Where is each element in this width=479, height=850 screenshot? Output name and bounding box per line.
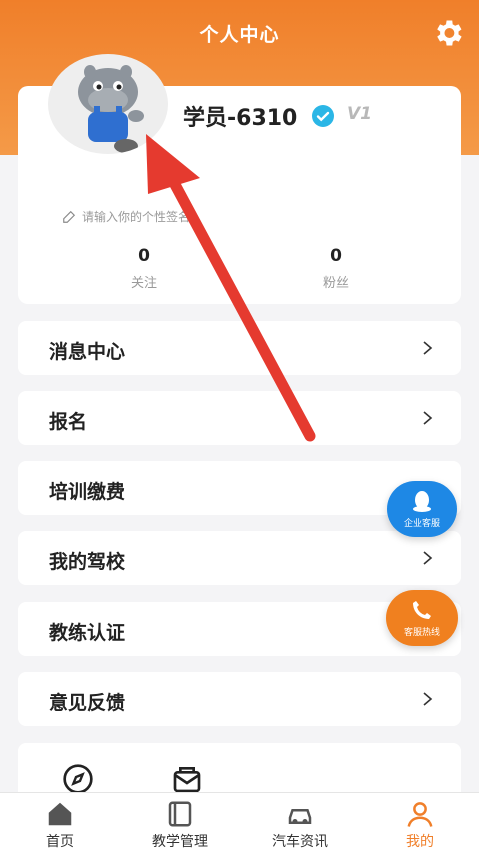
tab-mine[interactable]: 我的 xyxy=(360,793,479,850)
hotline-button[interactable]: 客服热线 xyxy=(386,590,458,646)
followers-count: 0 xyxy=(330,246,342,266)
chevron-right-icon xyxy=(423,411,433,425)
chevron-right-icon xyxy=(423,341,433,355)
menu-item-label: 培训缴费 xyxy=(49,481,126,503)
avatar[interactable] xyxy=(48,54,168,154)
menu-item-messages[interactable]: 消息中心 xyxy=(18,321,461,375)
compass-icon[interactable] xyxy=(62,763,94,795)
tab-label: 汽车资讯 xyxy=(272,834,328,850)
followers-stat[interactable]: 0 粉丝 xyxy=(276,246,396,291)
verified-badge-icon xyxy=(312,105,334,127)
following-label: 关注 xyxy=(130,276,157,291)
edit-pencil-icon xyxy=(63,210,76,223)
menu-item-label: 我的驾校 xyxy=(49,551,126,573)
menu-item-signup[interactable]: 报名 xyxy=(18,391,461,445)
hippo-mascot-image xyxy=(78,65,144,153)
tab-home[interactable]: 首页 xyxy=(0,793,120,850)
home-icon xyxy=(48,802,72,826)
car-icon xyxy=(288,809,312,824)
qq-service-label: 企业客服 xyxy=(403,519,440,529)
tab-label: 我的 xyxy=(406,834,434,850)
menu-item-label: 意见反馈 xyxy=(49,692,126,714)
qq-service-button[interactable]: 企业客服 xyxy=(387,481,457,537)
mail-icon[interactable] xyxy=(170,763,204,795)
following-count: 0 xyxy=(138,246,150,266)
following-stat[interactable]: 0 关注 xyxy=(84,246,204,291)
tab-teaching-management[interactable]: 教学管理 xyxy=(120,793,240,850)
tab-car-news[interactable]: 汽车资讯 xyxy=(240,793,360,850)
menu-item-label: 消息中心 xyxy=(49,341,126,363)
hotline-label: 客服热线 xyxy=(403,628,440,638)
tab-label: 首页 xyxy=(46,834,74,850)
menu-item-feedback[interactable]: 意见反馈 xyxy=(18,672,461,726)
followers-label: 粉丝 xyxy=(322,276,349,291)
tab-label: 教学管理 xyxy=(152,834,208,850)
username: 学员-6310 xyxy=(183,106,298,131)
signature-field[interactable]: 请输入你的个性签名 xyxy=(62,208,190,225)
gear-icon[interactable] xyxy=(431,16,465,50)
page-title: 个人中心 xyxy=(199,24,280,46)
user-icon xyxy=(407,802,433,827)
book-icon xyxy=(168,801,192,827)
qq-penguin-icon xyxy=(413,491,431,512)
level-badge: V1 xyxy=(347,104,372,124)
chevron-right-icon xyxy=(423,692,433,706)
bottom-tab-bar: 首页 教学管理 汽车资讯 我的 xyxy=(0,792,479,850)
chevron-right-icon xyxy=(423,551,433,565)
phone-icon xyxy=(413,601,431,619)
menu-item-label: 教练认证 xyxy=(49,622,126,644)
signature-placeholder: 请输入你的个性签名 xyxy=(82,210,191,224)
menu-item-label: 报名 xyxy=(49,411,88,433)
menu-item-my-driving-school[interactable]: 我的驾校 xyxy=(18,531,461,585)
